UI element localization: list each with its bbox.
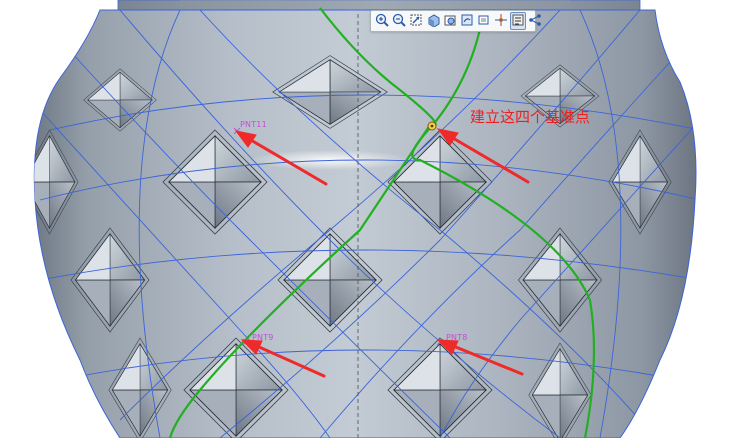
display-style-button[interactable] xyxy=(425,12,441,30)
view-toolbar xyxy=(370,10,541,32)
annotation-text: 建立这四个基准点 xyxy=(470,108,591,126)
datum-point-label-top-left[interactable]: PNT11 xyxy=(240,120,267,129)
refit-button[interactable] xyxy=(408,12,424,30)
zoom-in-icon xyxy=(375,12,389,31)
view-manager-button[interactable] xyxy=(510,12,526,30)
datum-display-icon xyxy=(477,12,491,31)
display-style-icon xyxy=(426,12,440,31)
spin-center-button[interactable] xyxy=(493,12,509,30)
annotation-display-icon xyxy=(528,12,542,31)
saved-views-button[interactable] xyxy=(442,12,458,30)
refit-icon xyxy=(409,12,423,31)
datum-point-label-bottom-left[interactable]: PNT9 xyxy=(252,333,274,342)
datum-display-button[interactable] xyxy=(476,12,492,30)
annotation-display-button[interactable] xyxy=(527,12,543,30)
model-viewport[interactable]: PNT11 PNT9 PNT8 建立这四个基准点 xyxy=(0,0,750,438)
spin-center-icon xyxy=(494,12,508,31)
repaint-icon xyxy=(460,12,474,31)
zoom-in-button[interactable] xyxy=(374,12,390,30)
zoom-out-icon xyxy=(392,12,406,31)
saved-views-icon xyxy=(443,12,457,31)
repaint-button[interactable] xyxy=(459,12,475,30)
view-manager-icon xyxy=(511,12,525,31)
zoom-out-button[interactable] xyxy=(391,12,407,30)
datum-point-label-bottom-right[interactable]: PNT8 xyxy=(446,333,468,342)
